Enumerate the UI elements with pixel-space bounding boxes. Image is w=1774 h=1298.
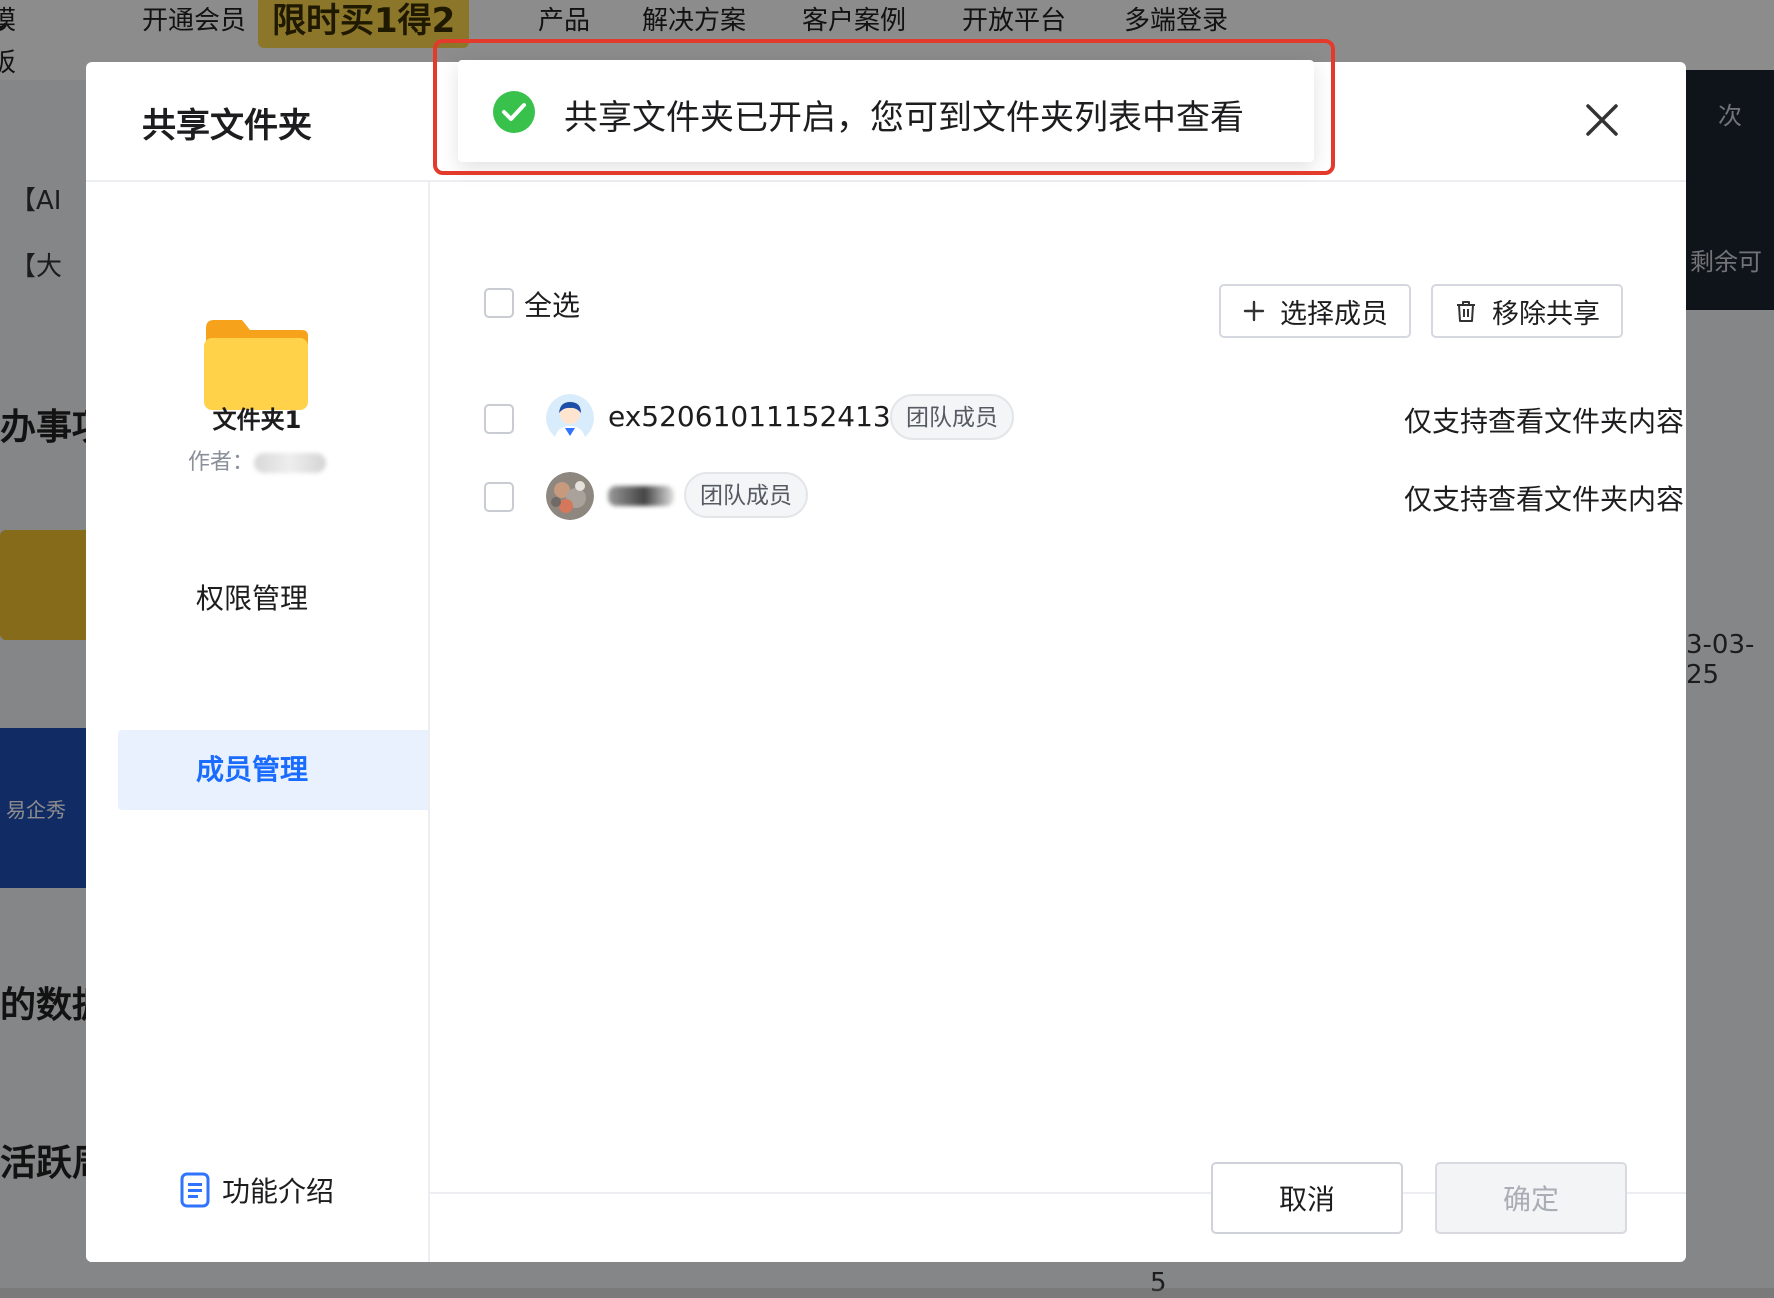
rail-item-permissions[interactable]: 权限管理	[118, 559, 428, 639]
rail-item-members[interactable]: 成员管理	[118, 730, 428, 810]
close-icon	[1586, 104, 1618, 136]
add-member-button[interactable]: 选择成员	[1219, 284, 1411, 338]
member-name-redacted	[608, 486, 674, 506]
annotation-highlight-box	[433, 39, 1335, 175]
dialog-title: 共享文件夹	[142, 106, 312, 146]
permission-select[interactable]: 仅支持查看文件夹内容	[1404, 400, 1686, 440]
plus-icon	[1243, 300, 1265, 322]
feature-intro-link[interactable]: 功能介绍	[180, 1170, 334, 1210]
role-tag: 团队成员	[890, 394, 1014, 440]
remove-share-button[interactable]: 移除共享	[1431, 284, 1623, 338]
member-row: ex5206101115241330​2 团队成员 仅支持查看文件夹内容	[430, 388, 1686, 448]
permission-select[interactable]: 仅支持查看文件夹内容	[1404, 478, 1686, 518]
select-all-checkbox[interactable]	[484, 288, 514, 318]
trash-icon	[1457, 301, 1475, 322]
member-checkbox[interactable]	[484, 482, 514, 512]
author-name-redacted	[254, 453, 326, 473]
select-all-label: 全选	[524, 289, 581, 322]
member-checkbox[interactable]	[484, 404, 514, 434]
cancel-button[interactable]: 取消	[1211, 1162, 1403, 1234]
confirm-button[interactable]: 确定	[1435, 1162, 1627, 1234]
document-icon	[180, 1172, 210, 1208]
feature-intro-label: 功能介绍	[222, 1175, 335, 1208]
folder-author: 作者：	[86, 444, 428, 476]
left-rail: 文件夹1 作者： 权限管理 成员管理 功能介绍	[86, 182, 430, 1262]
avatar	[546, 472, 594, 520]
close-button[interactable]	[1582, 100, 1622, 140]
member-panel: 全选 选择成员 移除共享	[430, 182, 1686, 1262]
folder-icon	[204, 320, 308, 410]
share-folder-dialog: 共享文件夹 文件夹1 作者： 权限管理 成员管理 功能介绍 全选 选择成员 移除…	[86, 62, 1686, 1262]
member-row: 团队成员 仅支持查看文件夹内容	[430, 466, 1686, 526]
folder-name: 文件夹1	[212, 406, 302, 434]
role-tag: 团队成员	[684, 472, 808, 518]
avatar	[546, 394, 594, 442]
